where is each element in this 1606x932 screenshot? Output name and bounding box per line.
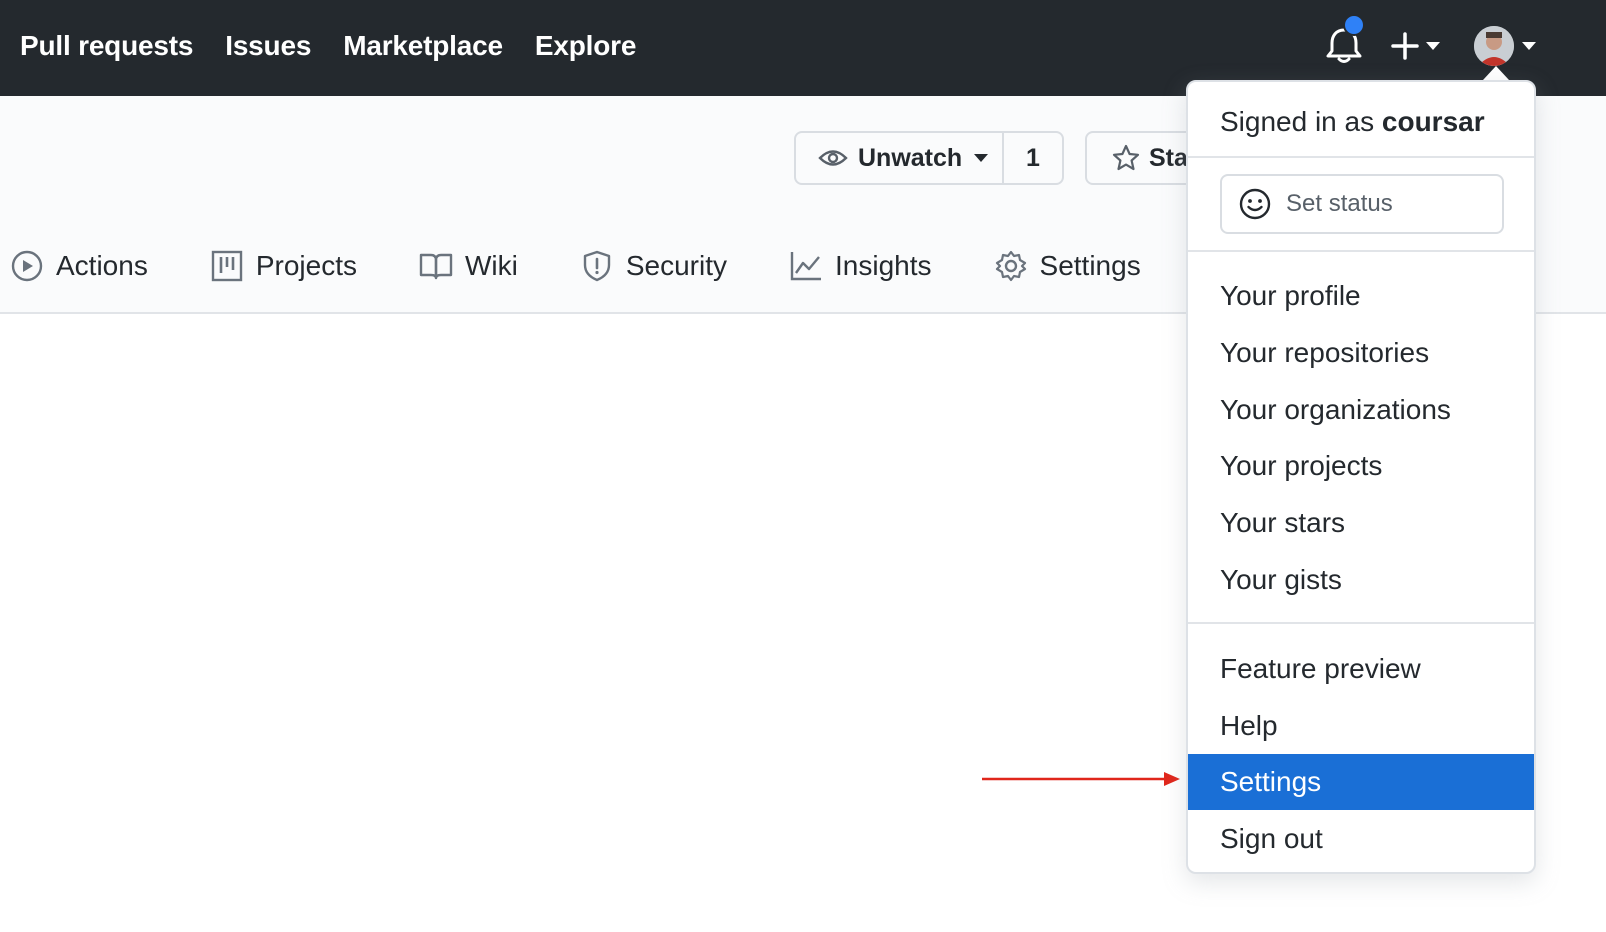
- watchers-count[interactable]: 1: [1004, 133, 1062, 183]
- tab-label: Insights: [835, 250, 932, 281]
- tab-label: Actions: [56, 250, 148, 281]
- book-icon: [419, 253, 453, 280]
- username: coursar: [1381, 106, 1485, 137]
- menu-your-repositories[interactable]: Your repositories: [1188, 325, 1534, 381]
- gear-icon: [995, 250, 1026, 282]
- graph-icon: [790, 252, 822, 281]
- set-status-label: Set status: [1286, 190, 1393, 217]
- play-circle-icon: [11, 250, 43, 282]
- avatar: [1474, 26, 1514, 66]
- menu-your-gists[interactable]: Your gists: [1188, 552, 1534, 608]
- tab-wiki[interactable]: Wiki: [419, 249, 518, 283]
- user-menu-button[interactable]: [1474, 24, 1546, 68]
- menu-your-stars[interactable]: Your stars: [1188, 495, 1534, 551]
- menu-feature-preview[interactable]: Feature preview: [1188, 641, 1534, 697]
- shield-icon: [583, 250, 611, 282]
- tab-settings[interactable]: Settings: [994, 249, 1141, 283]
- menu-your-projects[interactable]: Your projects: [1188, 438, 1534, 494]
- user-dropdown-menu: Signed in as coursar Set status Your pro…: [1186, 80, 1536, 874]
- tab-actions[interactable]: Actions: [10, 249, 148, 283]
- signed-in-prefix: Signed in as: [1220, 106, 1382, 137]
- tab-security[interactable]: Security: [580, 249, 727, 283]
- tab-label: Projects: [255, 250, 357, 281]
- global-nav: Pull requests Issues Marketplace Explore: [20, 0, 636, 92]
- tab-projects[interactable]: Projects: [210, 249, 357, 283]
- repo-tabs: Actions Projects Wiki Security Insights: [10, 240, 1203, 292]
- nav-issues[interactable]: Issues: [225, 30, 311, 62]
- set-status-button[interactable]: Set status: [1220, 174, 1504, 234]
- chevron-down-icon: [1426, 42, 1440, 50]
- menu-help[interactable]: Help: [1188, 698, 1534, 754]
- menu-your-organizations[interactable]: Your organizations: [1188, 382, 1534, 438]
- nav-explore[interactable]: Explore: [535, 30, 637, 62]
- menu-your-profile[interactable]: Your profile: [1188, 268, 1534, 324]
- unwatch-label: Unwatch: [858, 143, 963, 172]
- nav-marketplace[interactable]: Marketplace: [343, 30, 503, 62]
- star-icon: [1112, 144, 1140, 171]
- dropdown-caret: [1483, 66, 1509, 80]
- annotation-arrow: [982, 772, 1180, 786]
- divider: [1188, 156, 1534, 158]
- smiley-icon: [1239, 188, 1271, 220]
- divider: [1188, 622, 1534, 624]
- divider: [1188, 250, 1534, 252]
- create-new-button[interactable]: [1390, 28, 1450, 64]
- tab-label: Settings: [1039, 250, 1141, 281]
- signed-in-header: Signed in as coursar: [1220, 106, 1485, 138]
- unwatch-button[interactable]: Unwatch: [796, 133, 1004, 183]
- eye-icon: [818, 150, 848, 166]
- plus-icon: [1391, 32, 1419, 60]
- star-label: Sta: [1149, 143, 1188, 172]
- tab-insights[interactable]: Insights: [789, 249, 932, 283]
- menu-settings[interactable]: Settings: [1188, 754, 1534, 810]
- tab-label: Wiki: [464, 250, 518, 281]
- project-board-icon: [211, 250, 243, 282]
- menu-sign-out[interactable]: Sign out: [1188, 811, 1534, 867]
- nav-pull-requests[interactable]: Pull requests: [20, 30, 193, 62]
- chevron-down-icon: [1522, 42, 1536, 50]
- tab-label: Security: [625, 250, 728, 281]
- notification-indicator: [1343, 14, 1365, 36]
- watch-button-group: Unwatch 1: [794, 131, 1064, 185]
- chevron-down-icon: [974, 154, 989, 162]
